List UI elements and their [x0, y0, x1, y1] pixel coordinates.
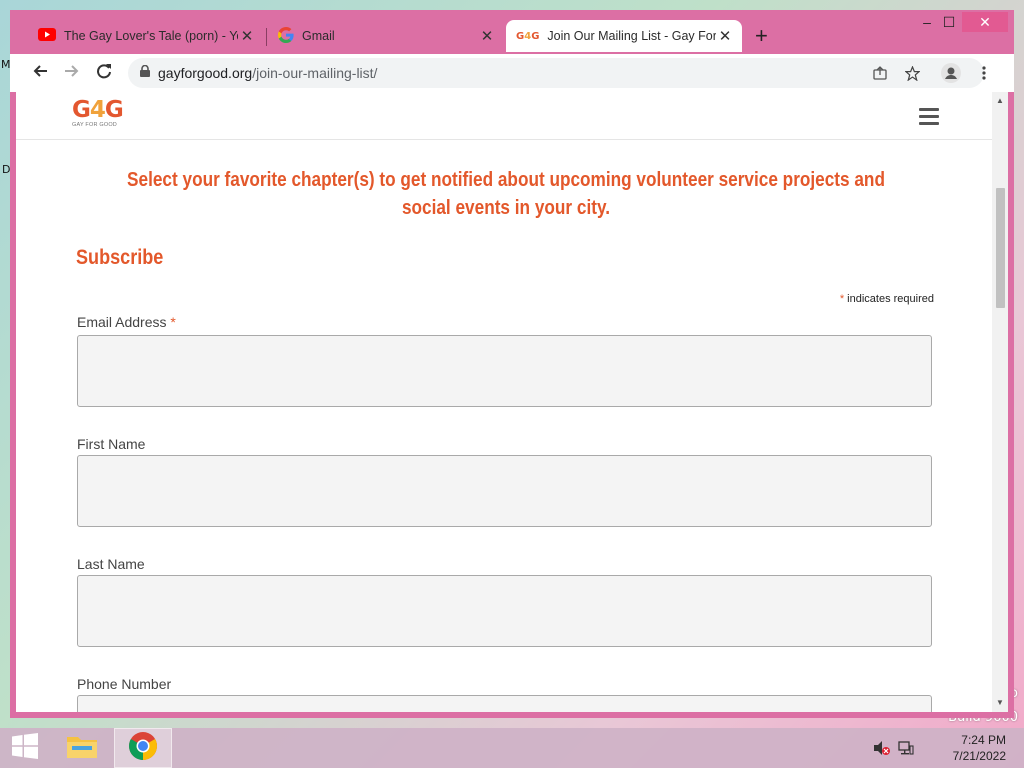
- email-field[interactable]: [77, 335, 932, 407]
- last-name-label: Last Name: [77, 556, 145, 572]
- browser-toolbar: gayforgood.org/join-our-mailing-list/: [10, 54, 1014, 92]
- forward-button[interactable]: [58, 59, 86, 87]
- back-button[interactable]: [26, 59, 54, 87]
- required-note: * indicates required: [839, 293, 934, 305]
- tab-title: Gmail: [302, 29, 335, 43]
- google-icon: [278, 26, 294, 46]
- tab-title: The Gay Lover's Tale (porn) - YouTube: [64, 29, 238, 43]
- volume-muted-icon[interactable]: [873, 740, 891, 761]
- clock-date: 7/21/2022: [952, 749, 1006, 763]
- start-button[interactable]: [0, 728, 50, 768]
- phone-number-field[interactable]: [77, 695, 932, 712]
- page-scrollbar[interactable]: ▲ ▼: [992, 92, 1008, 712]
- intro-heading: Select your favorite chapter(s) to get n…: [127, 169, 885, 219]
- new-tab-button[interactable]: +: [755, 25, 768, 47]
- hamburger-menu-icon[interactable]: [919, 108, 939, 125]
- site-logo[interactable]: G4G GAY FOR GOOD: [72, 98, 124, 134]
- first-name-label: First Name: [77, 436, 146, 452]
- clock-time: 7:24 PM: [961, 733, 1006, 747]
- chrome-taskbar-button[interactable]: [114, 728, 172, 768]
- tab-strip: The Gay Lover's Tale (porn) - YouTube ✕ …: [10, 10, 1014, 54]
- tab-gmail[interactable]: Gmail ✕: [268, 20, 504, 52]
- logo-tagline: GAY FOR GOOD: [72, 122, 117, 128]
- folder-icon: [66, 733, 98, 764]
- youtube-icon: [38, 28, 56, 44]
- tab-close-icon[interactable]: ✕: [716, 27, 734, 45]
- tab-separator: [266, 28, 267, 46]
- maximize-button[interactable]: ☐: [934, 12, 964, 32]
- profile-avatar-icon[interactable]: [941, 63, 961, 83]
- subscribe-heading: Subscribe: [76, 246, 164, 269]
- more-menu-icon[interactable]: [974, 63, 994, 83]
- reload-button[interactable]: [90, 59, 118, 87]
- close-window-button[interactable]: ✕: [962, 12, 1008, 32]
- network-icon[interactable]: [898, 740, 914, 761]
- system-clock[interactable]: 7:24 PM 7/21/2022: [953, 732, 1006, 764]
- bookmark-star-icon[interactable]: [902, 63, 922, 83]
- tab-title: Join Our Mailing List - Gay For Good: [547, 29, 716, 43]
- email-label: Email Address *: [77, 314, 176, 330]
- arrow-right-icon: [64, 63, 80, 84]
- page-viewport: G4G GAY FOR GOOD Select your favorite ch…: [16, 92, 1008, 712]
- url-text: gayforgood.org/join-our-mailing-list/: [158, 65, 377, 81]
- file-explorer-button[interactable]: [58, 728, 106, 768]
- logo-mark: G4G: [72, 97, 124, 123]
- share-icon[interactable]: [870, 63, 890, 83]
- tab-close-icon[interactable]: ✕: [478, 27, 496, 45]
- tab-youtube[interactable]: The Gay Lover's Tale (porn) - YouTube ✕: [28, 20, 264, 52]
- phone-number-label: Phone Number: [77, 676, 172, 692]
- scroll-up-icon[interactable]: ▲: [996, 96, 1004, 105]
- url-path: /join-our-mailing-list/: [252, 65, 378, 81]
- browser-window: The Gay Lover's Tale (porn) - YouTube ✕ …: [10, 10, 1014, 718]
- taskbar: 7:24 PM 7/21/2022: [0, 728, 1024, 768]
- url-domain: gayforgood.org: [158, 65, 253, 81]
- site-header: G4G GAY FOR GOOD: [16, 92, 992, 140]
- first-name-field[interactable]: [77, 455, 932, 527]
- tab-join-mailing-list[interactable]: G4G Join Our Mailing List - Gay For Good…: [506, 20, 742, 52]
- reload-icon: [96, 63, 112, 84]
- g4g-favicon-icon: G4G: [516, 30, 540, 42]
- arrow-left-icon: [32, 63, 48, 84]
- last-name-field[interactable]: [77, 575, 932, 647]
- windows-logo-icon: [12, 732, 38, 764]
- scrollbar-thumb[interactable]: [996, 188, 1005, 308]
- address-bar[interactable]: gayforgood.org/join-our-mailing-list/: [128, 58, 984, 88]
- chrome-icon: [128, 731, 158, 766]
- tab-close-icon[interactable]: ✕: [238, 27, 256, 45]
- lock-icon[interactable]: [140, 64, 150, 82]
- scroll-down-icon[interactable]: ▼: [996, 698, 1004, 707]
